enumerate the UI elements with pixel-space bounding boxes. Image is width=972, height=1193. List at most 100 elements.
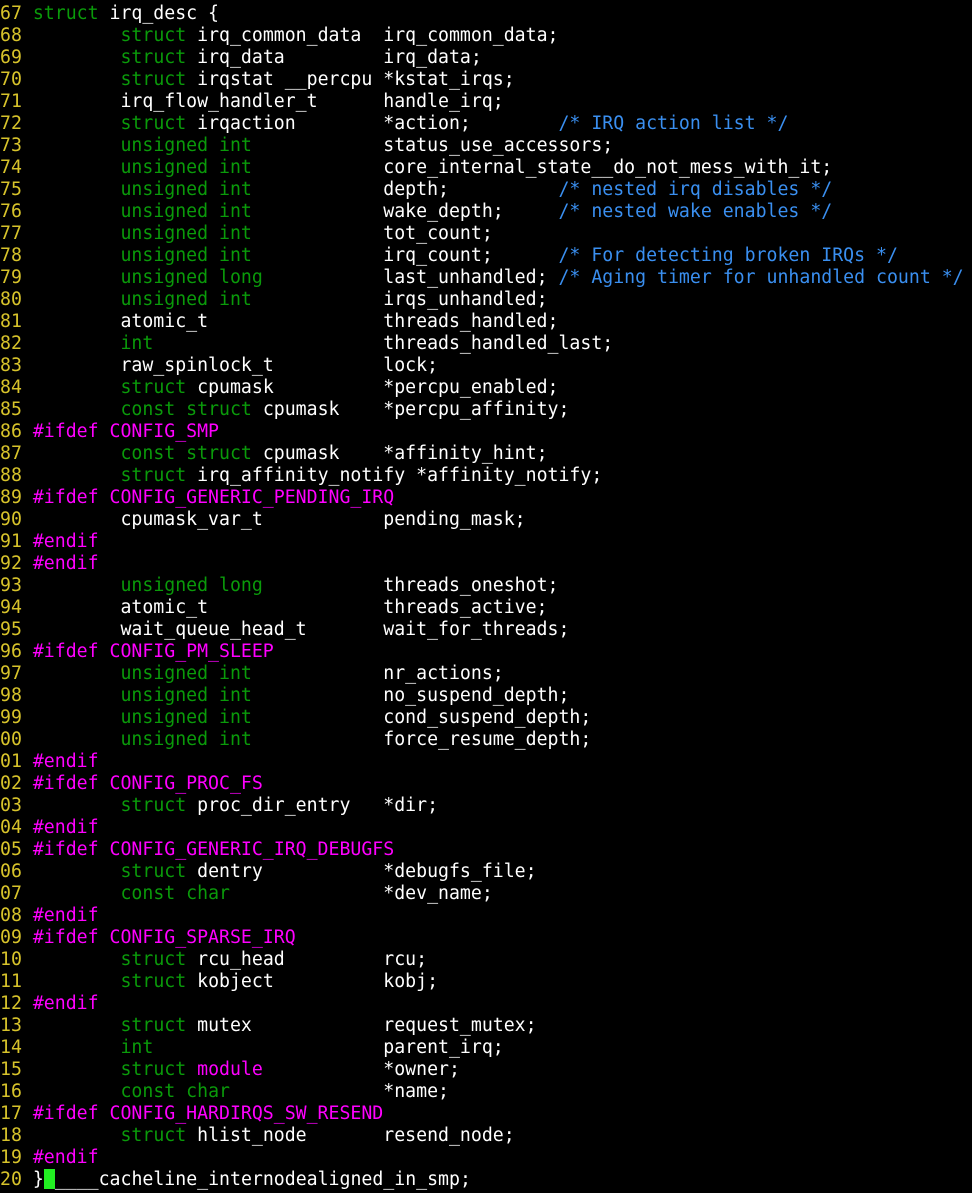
code-line[interactable]: 03 struct proc_dir_entry *dir;	[0, 795, 972, 817]
line-number: 07	[0, 883, 22, 904]
code-line[interactable]: 15 struct module *owner;	[0, 1059, 972, 1081]
preprocessor-token: #ifdef CONFIG_PM_SLEEP	[32, 641, 274, 662]
code-line[interactable]: 83 raw_spinlock_t lock;	[0, 355, 972, 377]
code-line[interactable]: 07 const char *dev_name;	[0, 883, 972, 905]
code-line[interactable]: 85 const struct cpumask *percpu_affinity…	[0, 399, 972, 421]
code-line[interactable]: 73 unsigned int status_use_accessors;	[0, 135, 972, 157]
keyword-token: struct	[120, 971, 187, 992]
comment-token: /* Aging timer for unhandled count */	[558, 267, 964, 288]
code-text: cond_suspend_depth;	[251, 707, 592, 728]
code-line[interactable]: 16 const char *name;	[0, 1081, 972, 1103]
code-line[interactable]: 01 #endif	[0, 751, 972, 773]
line-number: 04	[0, 817, 22, 838]
code-text: wake_depth;	[251, 201, 559, 222]
code-line[interactable]: 82 int threads_handled_last;	[0, 333, 972, 355]
line-number: 97	[0, 663, 22, 684]
line-number: 71	[0, 91, 22, 112]
code-line[interactable]: 05 #ifdef CONFIG_GENERIC_IRQ_DEBUGFS	[0, 839, 972, 861]
code-line[interactable]: 75 unsigned int depth; /* nested irq dis…	[0, 179, 972, 201]
comment-token: /* nested irq disables */	[558, 179, 833, 200]
line-number: 99	[0, 707, 22, 728]
preprocessor-token: #ifdef CONFIG_GENERIC_IRQ_DEBUGFS	[32, 839, 395, 860]
code-line[interactable]: 81 atomic_t threads_handled;	[0, 311, 972, 333]
code-line[interactable]: 97 unsigned int nr_actions;	[0, 663, 972, 685]
code-text: tot_count;	[251, 223, 493, 244]
preprocessor-token: #endif	[32, 905, 99, 926]
text-cursor	[43, 1169, 55, 1189]
code-line[interactable]: 96 #ifdef CONFIG_PM_SLEEP	[0, 641, 972, 663]
code-text: irqstat __percpu *kstat_irqs;	[186, 69, 515, 90]
code-line[interactable]: 89 #ifdef CONFIG_GENERIC_PENDING_IRQ	[0, 487, 972, 509]
code-line[interactable]: 02 #ifdef CONFIG_PROC_FS	[0, 773, 972, 795]
code-line[interactable]: 93 unsigned long threads_oneshot;	[0, 575, 972, 597]
code-line[interactable]: 17 #ifdef CONFIG_HARDIRQS_SW_RESEND	[0, 1103, 972, 1125]
code-line[interactable]: 70 struct irqstat __percpu *kstat_irqs;	[0, 69, 972, 91]
code-text: atomic_t threads_active;	[32, 597, 548, 618]
code-line[interactable]: 06 struct dentry *debugfs_file;	[0, 861, 972, 883]
code-line[interactable]: 09 #ifdef CONFIG_SPARSE_IRQ	[0, 927, 972, 949]
line-number: 18	[0, 1125, 22, 1146]
code-line[interactable]: 76 unsigned int wake_depth; /* nested wa…	[0, 201, 972, 223]
code-line[interactable]: 90 cpumask_var_t pending_mask;	[0, 509, 972, 531]
code-text: status_use_accessors;	[251, 135, 614, 156]
line-number: 95	[0, 619, 22, 640]
line-number: 96	[0, 641, 22, 662]
code-text: }	[32, 1169, 44, 1190]
preprocessor-token: #ifdef CONFIG_GENERIC_PENDING_IRQ	[32, 487, 395, 508]
line-number: 88	[0, 465, 22, 486]
line-number: 14	[0, 1037, 22, 1058]
code-line[interactable]: 88 struct irq_affinity_notify *affinity_…	[0, 465, 972, 487]
code-line[interactable]: 20 } ____cacheline_internodealigned_in_sm…	[0, 1169, 972, 1191]
line-number: 94	[0, 597, 22, 618]
line-number: 93	[0, 575, 22, 596]
code-line[interactable]: 94 atomic_t threads_active;	[0, 597, 972, 619]
code-line[interactable]: 71 irq_flow_handler_t handle_irq;	[0, 91, 972, 113]
line-number: 75	[0, 179, 22, 200]
comment-token: /* nested wake enables */	[558, 201, 833, 222]
code-line[interactable]: 98 unsigned int no_suspend_depth;	[0, 685, 972, 707]
code-line[interactable]: 74 unsigned int core_internal_state__do_…	[0, 157, 972, 179]
code-line[interactable]: 87 const struct cpumask *affinity_hint;	[0, 443, 972, 465]
code-line[interactable]: 12 #endif	[0, 993, 972, 1015]
code-line[interactable]: 04 #endif	[0, 817, 972, 839]
code-line[interactable]: 95 wait_queue_head_t wait_for_threads;	[0, 619, 972, 641]
code-text: threads_handled_last;	[153, 333, 614, 354]
code-line[interactable]: 68 struct irq_common_data irq_common_dat…	[0, 25, 972, 47]
keyword-token: unsigned long	[120, 267, 263, 288]
code-line[interactable]: 13 struct mutex request_mutex;	[0, 1015, 972, 1037]
code-line[interactable]: 77 unsigned int tot_count;	[0, 223, 972, 245]
code-line[interactable]: 99 unsigned int cond_suspend_depth;	[0, 707, 972, 729]
line-number: 77	[0, 223, 22, 244]
code-text: parent_irq;	[153, 1037, 504, 1058]
line-number: 92	[0, 553, 22, 574]
preprocessor-token: #ifdef CONFIG_PROC_FS	[32, 773, 263, 794]
code-line[interactable]: 69 struct irq_data irq_data;	[0, 47, 972, 69]
vim-editor[interactable]: 67 struct irq_desc {68 struct irq_common…	[0, 3, 972, 1193]
code-line[interactable]: 10 struct rcu_head rcu;	[0, 949, 972, 971]
code-text: kobject kobj;	[186, 971, 439, 992]
code-line[interactable]: 08 #endif	[0, 905, 972, 927]
code-line[interactable]: 92 #endif	[0, 553, 972, 575]
code-line[interactable]: 11 struct kobject kobj;	[0, 971, 972, 993]
code-line[interactable]: 78 unsigned int irq_count; /* For detect…	[0, 245, 972, 267]
code-line[interactable]: 00 unsigned int force_resume_depth;	[0, 729, 972, 751]
code-line[interactable]: 91 #endif	[0, 531, 972, 553]
code-line[interactable]: 14 int parent_irq;	[0, 1037, 972, 1059]
code-line[interactable]: 72 struct irqaction *action; /* IRQ acti…	[0, 113, 972, 135]
line-number: 76	[0, 201, 22, 222]
keyword-token: unsigned int	[120, 289, 252, 310]
line-number: 86	[0, 421, 22, 442]
code-line[interactable]: 79 unsigned long last_unhandled; /* Agin…	[0, 267, 972, 289]
code-line[interactable]: 80 unsigned int irqs_unhandled;	[0, 289, 972, 311]
code-line[interactable]: 86 #ifdef CONFIG_SMP	[0, 421, 972, 443]
preprocessor-token: #endif	[32, 751, 99, 772]
code-line[interactable]: 67 struct irq_desc {	[0, 3, 972, 25]
code-line[interactable]: 84 struct cpumask *percpu_enabled;	[0, 377, 972, 399]
code-line[interactable]: 18 struct hlist_node resend_node;	[0, 1125, 972, 1147]
code-line[interactable]: 19 #endif	[0, 1147, 972, 1169]
